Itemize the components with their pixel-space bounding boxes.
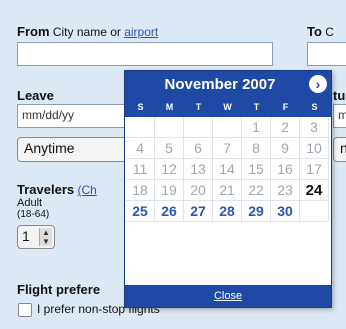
calendar-day[interactable]: 29 bbox=[242, 201, 271, 222]
adult-count-value: 1 bbox=[22, 228, 30, 244]
calendar-footer: Close bbox=[125, 285, 331, 307]
weekday-label: F bbox=[282, 102, 289, 112]
calendar-day[interactable]: 30 bbox=[271, 201, 300, 222]
airport-link[interactable]: airport bbox=[124, 25, 158, 39]
calendar-day-past: 19 bbox=[155, 180, 184, 201]
weekday-label: M bbox=[165, 102, 174, 112]
calendar-day-past: 5 bbox=[155, 138, 184, 159]
calendar-month-title: November 2007 bbox=[164, 76, 276, 93]
adult-age-range: (18-64) bbox=[17, 209, 50, 220]
calendar-day-past: 17 bbox=[300, 159, 329, 180]
from-input[interactable] bbox=[17, 42, 273, 66]
adult-count-select[interactable]: 1 ▲ ▼ bbox=[17, 225, 55, 249]
calendar-day[interactable]: 27 bbox=[184, 201, 213, 222]
from-label-row: From City name or airport bbox=[17, 24, 158, 39]
calendar-empty-cell bbox=[155, 117, 184, 138]
calendar-empty-cell bbox=[213, 117, 242, 138]
calendar-day-past: 15 bbox=[242, 159, 271, 180]
stepper-arrows-icon: ▲ ▼ bbox=[39, 228, 52, 246]
from-hint: City name or bbox=[52, 25, 121, 39]
calendar-day-past: 7 bbox=[213, 138, 242, 159]
weekday-label: T bbox=[195, 102, 202, 112]
calendar-empty-cell bbox=[126, 117, 155, 138]
weekday-label: T bbox=[253, 102, 260, 112]
calendar-day-past: 2 bbox=[271, 117, 300, 138]
calendar-day-past: 6 bbox=[184, 138, 213, 159]
calendar-day-past: 20 bbox=[184, 180, 213, 201]
calendar-day[interactable]: 25 bbox=[126, 201, 155, 222]
calendar-day-past: 21 bbox=[213, 180, 242, 201]
calendar-day[interactable]: 28 bbox=[213, 201, 242, 222]
calendar-empty-cell bbox=[300, 201, 329, 222]
calendar-day-past: 9 bbox=[271, 138, 300, 159]
calendar-day-past: 18 bbox=[126, 180, 155, 201]
from-label: From bbox=[17, 24, 50, 39]
calendar-day-past: 13 bbox=[184, 159, 213, 180]
return-time-select[interactable]: ny bbox=[333, 137, 346, 162]
calendar-day-past: 3 bbox=[300, 117, 329, 138]
travelers-change-link[interactable]: (Ch bbox=[77, 183, 96, 197]
calendar-day-past: 12 bbox=[155, 159, 184, 180]
to-hint: C bbox=[325, 25, 334, 39]
nonstop-checkbox[interactable] bbox=[18, 303, 32, 317]
calendar-close-link[interactable]: Close bbox=[214, 290, 242, 302]
return-date-input[interactable]: m/ bbox=[333, 104, 346, 128]
to-label-row: To C bbox=[307, 24, 334, 39]
to-label: To bbox=[307, 24, 322, 39]
leave-time-select[interactable]: Anytime bbox=[17, 137, 132, 162]
adult-label: Adult bbox=[17, 197, 43, 209]
calendar-day-past: 8 bbox=[242, 138, 271, 159]
leave-label-row: Leave bbox=[17, 88, 54, 103]
calendar-header: November 2007 › bbox=[125, 71, 331, 98]
travelers-label-row: Travelers (Ch bbox=[17, 182, 97, 197]
flight-search-form: From City name or airport To C Leave mm/… bbox=[0, 0, 346, 329]
travelers-label: Travelers bbox=[17, 182, 75, 197]
return-label-row: tu bbox=[333, 88, 345, 103]
calendar-day[interactable]: 26 bbox=[155, 201, 184, 222]
calendar-day-past: 22 bbox=[242, 180, 271, 201]
calendar-day-past: 4 bbox=[126, 138, 155, 159]
calendar-day-past: 10 bbox=[300, 138, 329, 159]
calendar-day-past: 14 bbox=[213, 159, 242, 180]
return-label: tu bbox=[333, 88, 346, 103]
to-input[interactable] bbox=[307, 42, 346, 66]
calendar-day-past: 23 bbox=[271, 180, 300, 201]
leave-time-value: Anytime bbox=[24, 140, 75, 156]
calendar-day-today[interactable]: 24 bbox=[300, 180, 329, 201]
weekday-label: S bbox=[311, 102, 318, 112]
flight-prefs-label: Flight prefere bbox=[17, 282, 101, 297]
date-picker-popup: November 2007 › SMTWTFS 1 2 3 4 5 6 7 8 9 10 11 12 1… bbox=[124, 70, 332, 308]
calendar-day-past: 1 bbox=[242, 117, 271, 138]
weekday-label: W bbox=[223, 102, 232, 112]
flight-prefs-label-row: Flight prefere bbox=[17, 282, 100, 297]
return-time-value: ny bbox=[340, 140, 346, 156]
leave-label: Leave bbox=[17, 88, 54, 103]
calendar-day-past: 11 bbox=[126, 159, 155, 180]
weekday-label: S bbox=[137, 102, 144, 112]
calendar-day-past: 16 bbox=[271, 159, 300, 180]
leave-date-input[interactable]: mm/dd/yy bbox=[17, 104, 125, 128]
calendar-day-grid: 1 2 3 4 5 6 7 8 9 10 11 12 13 14 15 16 17 18 19 20 21 22 23 24 2… bbox=[125, 117, 331, 285]
calendar-empty-cell bbox=[184, 117, 213, 138]
chevron-right-icon[interactable]: › bbox=[309, 75, 327, 93]
weekday-header-row: SMTWTFS bbox=[125, 98, 331, 117]
